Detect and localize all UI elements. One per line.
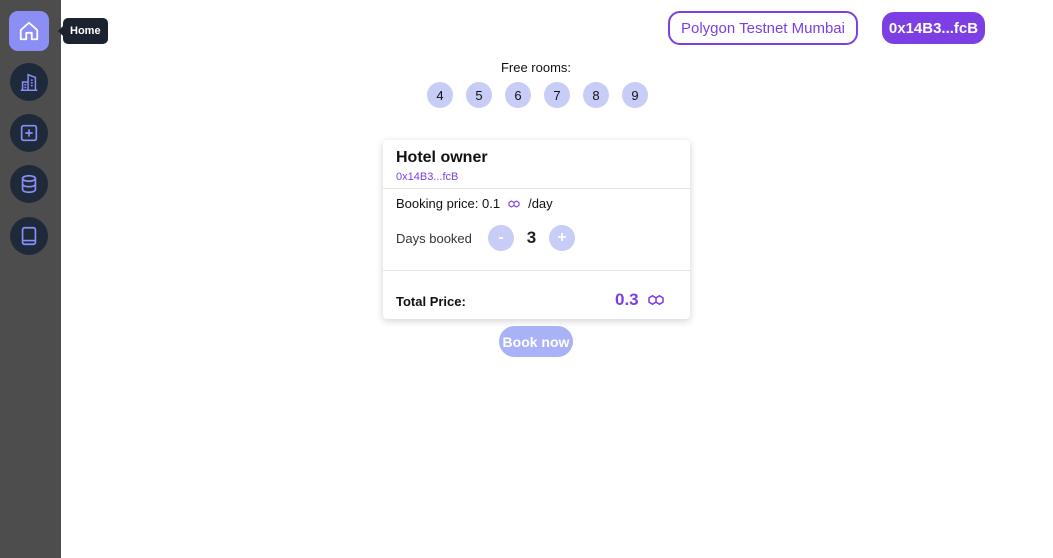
sidebar: [0, 0, 61, 558]
free-rooms-label: Free rooms:: [500, 60, 572, 75]
add-square-icon: [20, 124, 38, 142]
free-rooms-list: 4 5 6 7 8 9: [427, 82, 648, 108]
total-price-label: Total Price:: [396, 294, 466, 309]
booking-card: Hotel owner 0x14B3...fcB Booking price: …: [383, 140, 690, 319]
card-title: Hotel owner: [396, 149, 488, 166]
price-unit: /day: [528, 196, 553, 211]
days-booked-row: Days booked - 3 +: [396, 225, 575, 251]
room-chip[interactable]: 6: [505, 82, 531, 108]
polygon-matic-icon: [508, 199, 520, 208]
database-icon: [21, 174, 37, 194]
network-button[interactable]: Polygon Testnet Mumbai: [668, 11, 858, 45]
account-button[interactable]: 0x14B3...fcB: [882, 12, 985, 44]
nav-database-button[interactable]: [10, 165, 48, 203]
decrease-days-button[interactable]: -: [488, 225, 514, 251]
room-chip[interactable]: 5: [466, 82, 492, 108]
nav-add-button[interactable]: [10, 114, 48, 152]
room-chip[interactable]: 7: [544, 82, 570, 108]
home-icon: [19, 21, 39, 41]
total-price: 0.3: [615, 290, 665, 310]
home-tooltip: Home: [58, 18, 108, 44]
nav-home-button[interactable]: [9, 11, 49, 51]
total-price-value: 0.3: [615, 290, 639, 309]
nav-bookings-button[interactable]: [10, 217, 48, 255]
increase-days-button[interactable]: +: [549, 225, 575, 251]
booking-price: Booking price: 0.1: [396, 196, 501, 211]
room-chip[interactable]: 4: [427, 82, 453, 108]
booking-price-row: Booking price: 0.1 /day: [396, 196, 553, 211]
divider: [383, 270, 690, 271]
book-icon: [21, 226, 37, 246]
divider: [383, 188, 690, 189]
room-chip[interactable]: 8: [583, 82, 609, 108]
owner-address: 0x14B3...fcB: [396, 171, 459, 183]
polygon-matic-icon: [647, 294, 664, 306]
book-now-button[interactable]: Book now: [499, 326, 573, 357]
days-booked-label: Days booked: [396, 230, 472, 246]
room-chip[interactable]: 9: [622, 82, 648, 108]
days-booked-value: 3: [526, 228, 537, 247]
